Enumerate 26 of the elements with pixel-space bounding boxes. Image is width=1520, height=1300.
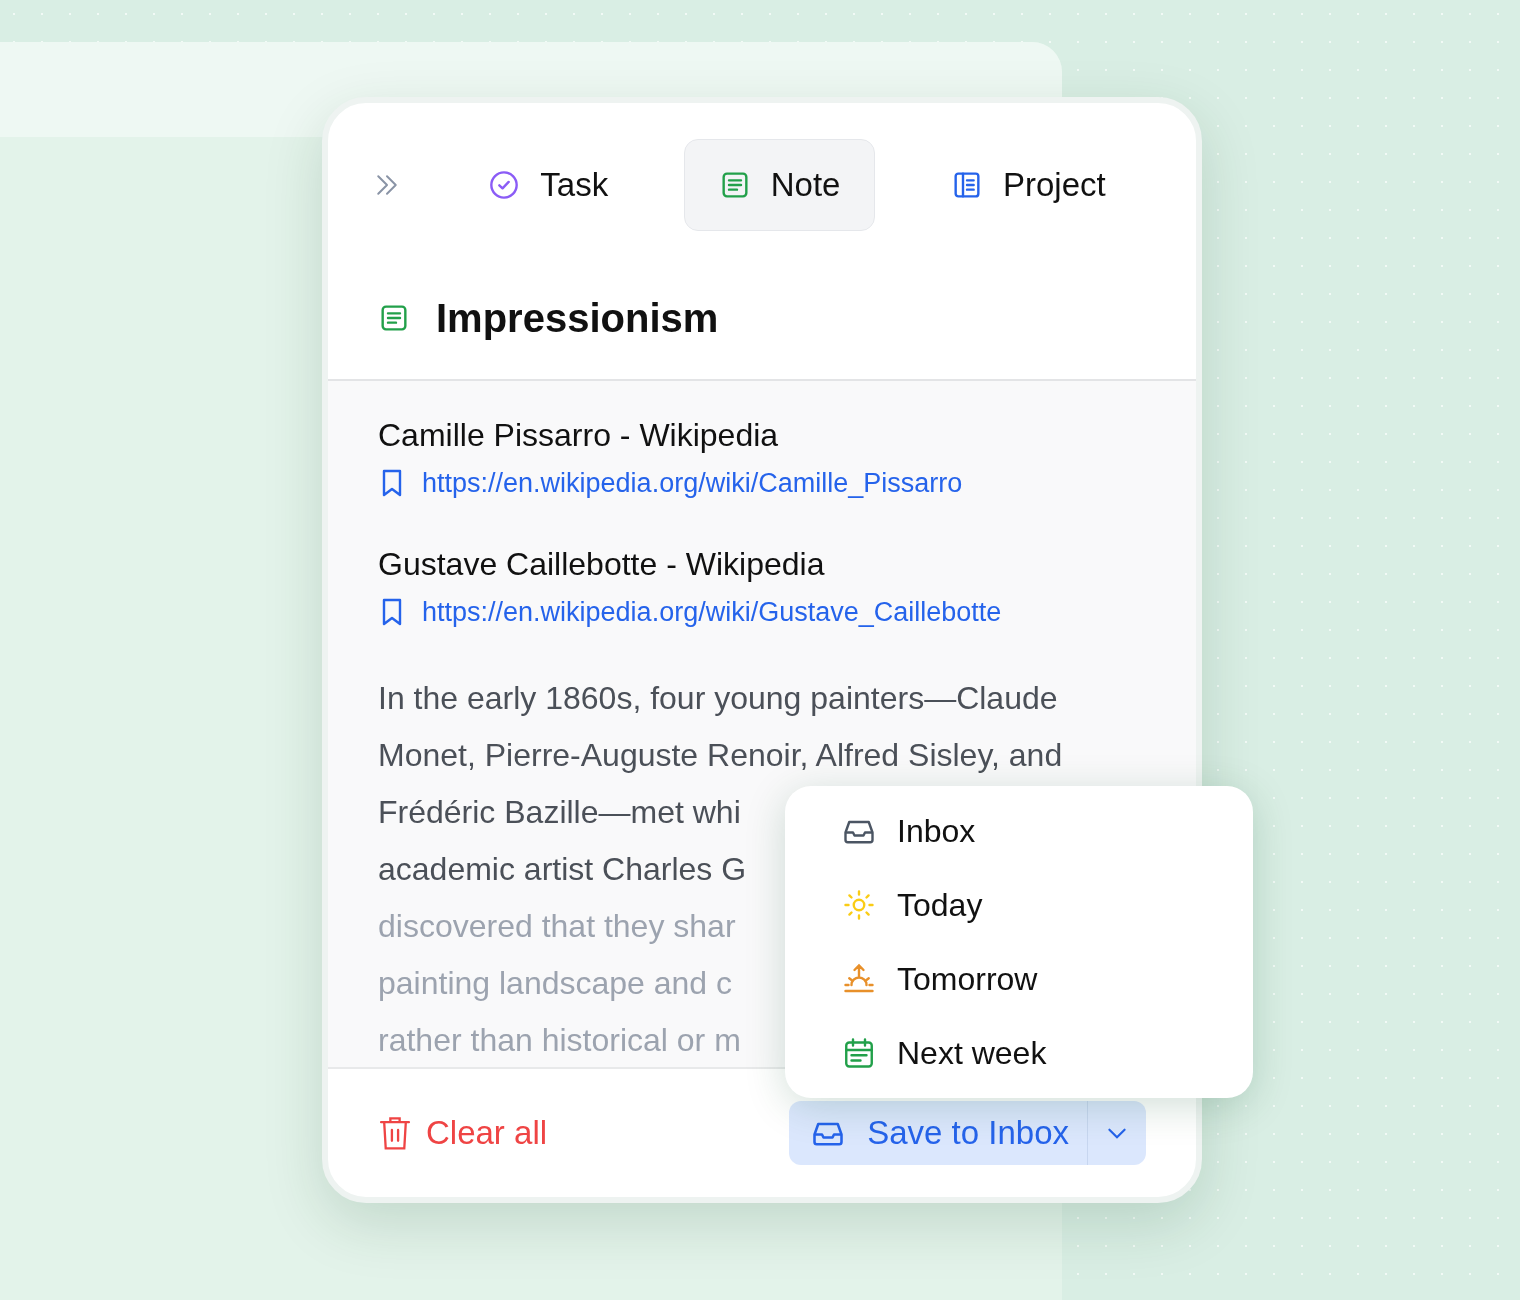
menu-item[interactable]: Today xyxy=(841,878,1197,932)
note-icon xyxy=(378,302,410,334)
body-text-line: academic artist Charles G xyxy=(378,850,747,889)
clear-all-button[interactable]: Clear all xyxy=(378,1108,548,1158)
menu-item[interactable]: Next week xyxy=(841,1026,1197,1080)
check-circle-icon xyxy=(488,169,521,201)
type-tab[interactable]: Project xyxy=(916,139,1141,231)
body-text-line: discovered that they shar xyxy=(378,907,736,946)
body-text-line: painting landscape and c xyxy=(378,964,733,1003)
body-text-line: Frédéric Bazille—met whi xyxy=(378,793,741,832)
link-url[interactable]: https://en.wikipedia.org/wiki/Camille_Pissarro xyxy=(422,463,963,504)
type-tab[interactable]: Note xyxy=(683,139,876,231)
link-url[interactable]: https://en.wikipedia.org/wiki/Gustave_Caillebotte xyxy=(422,591,1002,632)
body-text-line: In the early 1860s, four young painters—Claude xyxy=(378,679,1058,718)
type-tab[interactable]: Task xyxy=(453,139,644,231)
save-button[interactable]: Save to Inbox xyxy=(789,1101,1087,1165)
link-title: Camille Pissarro - Wikipedia xyxy=(378,416,780,455)
note-title: Impressionism xyxy=(436,295,719,342)
body-text-line: Monet, Pierre-Auguste Renoir, Alfred Sisley, and xyxy=(378,736,1063,775)
menu-item[interactable]: Inbox xyxy=(841,804,1197,858)
link-title: Gustave Caillebotte - Wikipedia xyxy=(378,544,826,584)
trash-icon xyxy=(378,1114,412,1152)
menu-item[interactable]: Tomorrow xyxy=(841,952,1197,1006)
sidebar-layout-icon xyxy=(951,169,983,201)
body-text-line: rather than historical or m xyxy=(378,1021,741,1060)
sun-icon xyxy=(841,887,877,923)
